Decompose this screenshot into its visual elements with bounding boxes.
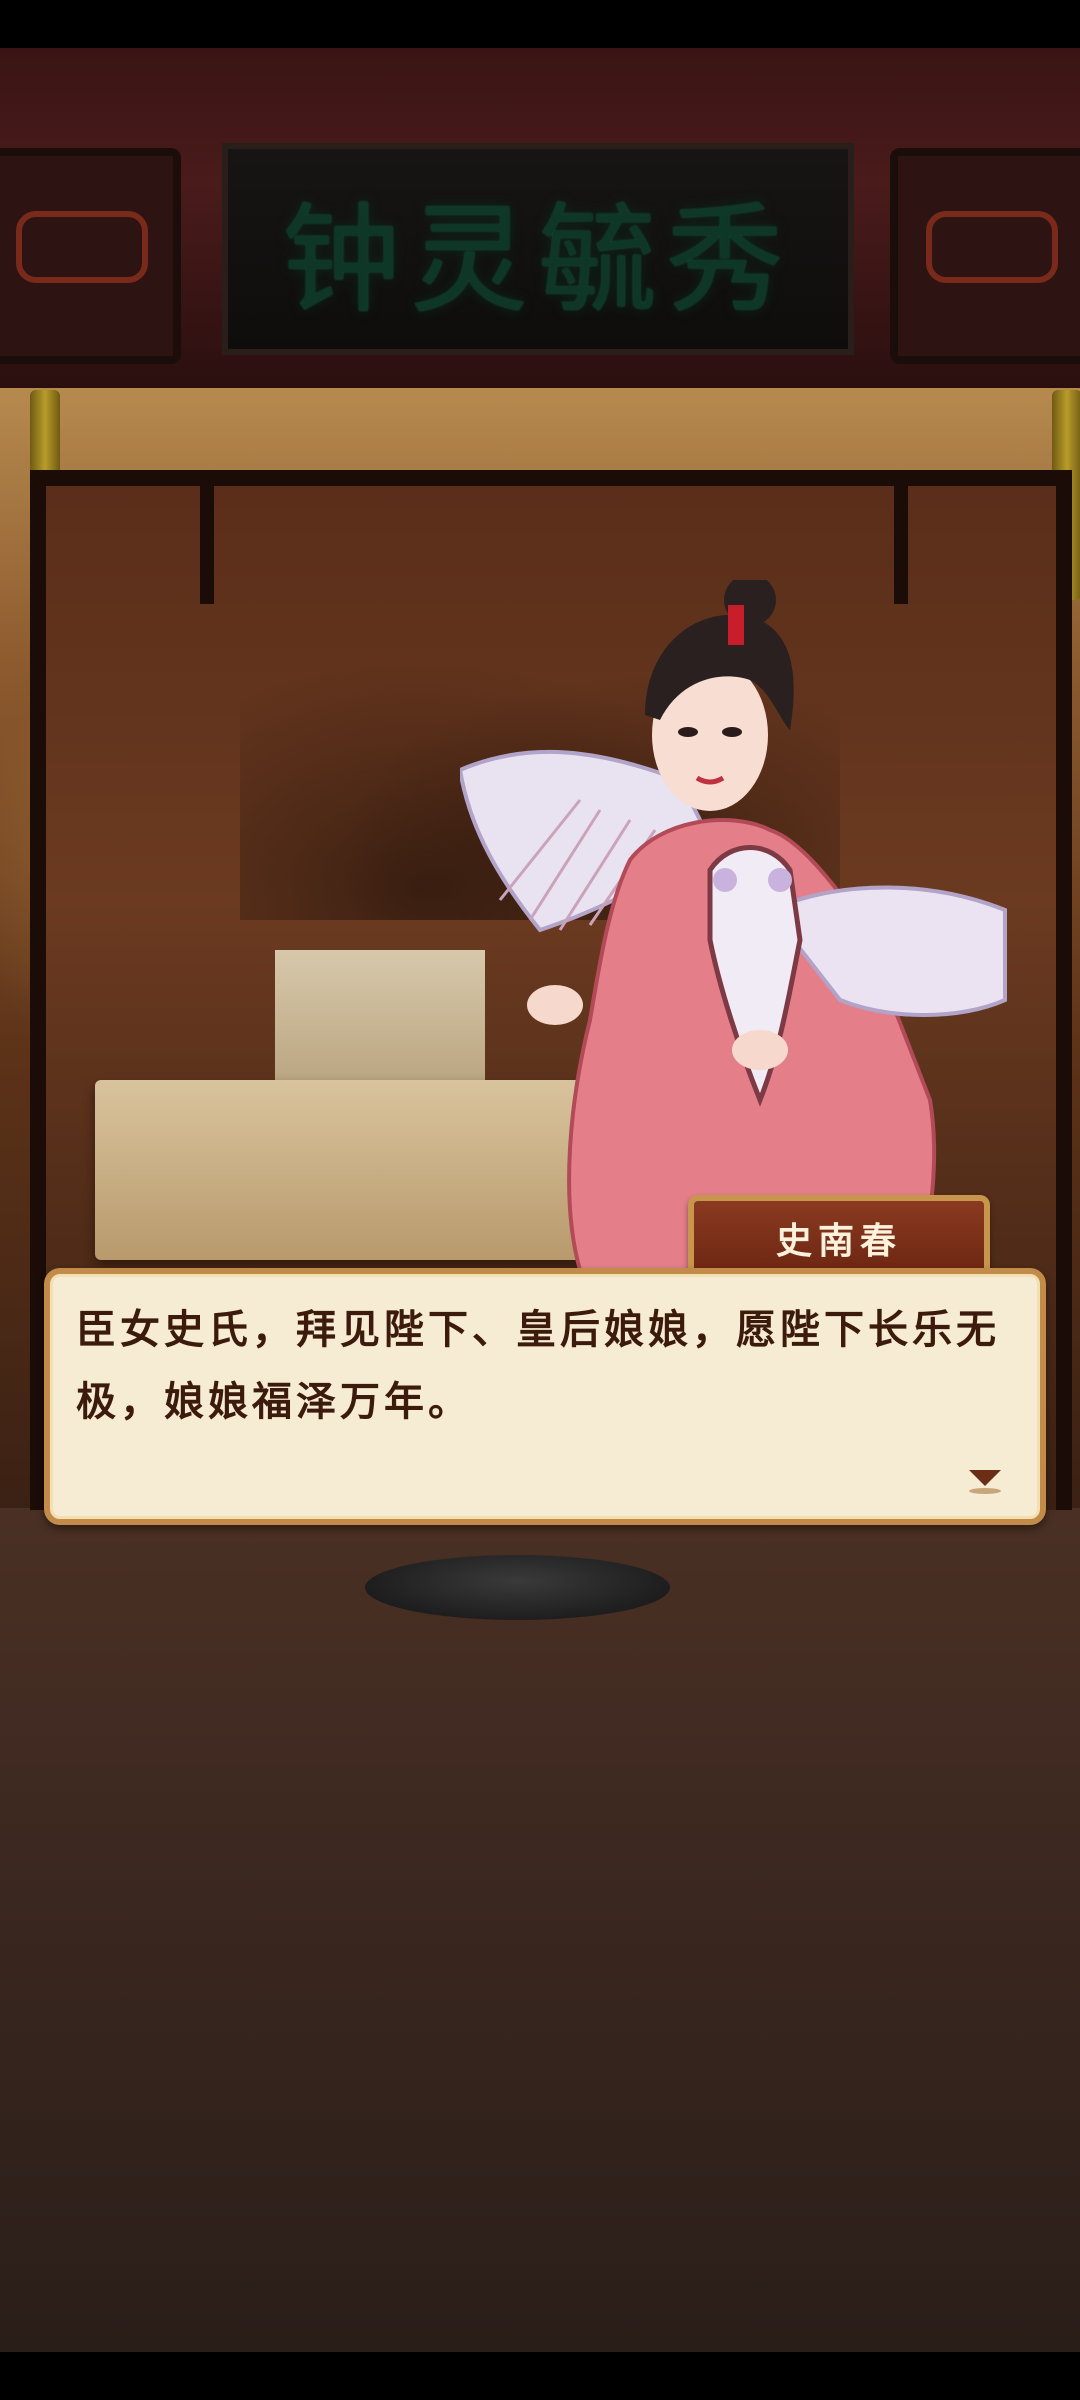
dialog-box[interactable]: 臣女史氏，拜见陛下、皇后娘娘，愿陛下长乐无极，娘娘福泽万年。 (44, 1268, 1046, 1525)
game-scene[interactable]: 钟灵毓秀 史南春 臣女史氏，拜见陛下、皇后娘娘，愿陛下长乐无极，娘娘福泽万年。 (0, 0, 1080, 2400)
speaker-name: 史南春 (775, 1220, 902, 1262)
palace-plaque: 钟灵毓秀 (222, 143, 854, 355)
floor (0, 1510, 1080, 2352)
status-bar (0, 0, 1080, 48)
navigation-bar (0, 2352, 1080, 2400)
plaque-title: 钟灵毓秀 (281, 190, 794, 329)
character-portrait (460, 580, 1007, 1270)
pedestal (365, 1555, 670, 1620)
triangle-down-icon[interactable] (965, 1464, 1005, 1494)
screen-panel (275, 950, 485, 1090)
decorative-panel-right (890, 148, 1080, 364)
palace-roof: 钟灵毓秀 (0, 48, 1080, 388)
decorative-panel-left (0, 148, 181, 364)
dialog-text: 臣女史氏，拜见陛下、皇后娘娘，愿陛下长乐无极，娘娘福泽万年。 (76, 1306, 1000, 1425)
